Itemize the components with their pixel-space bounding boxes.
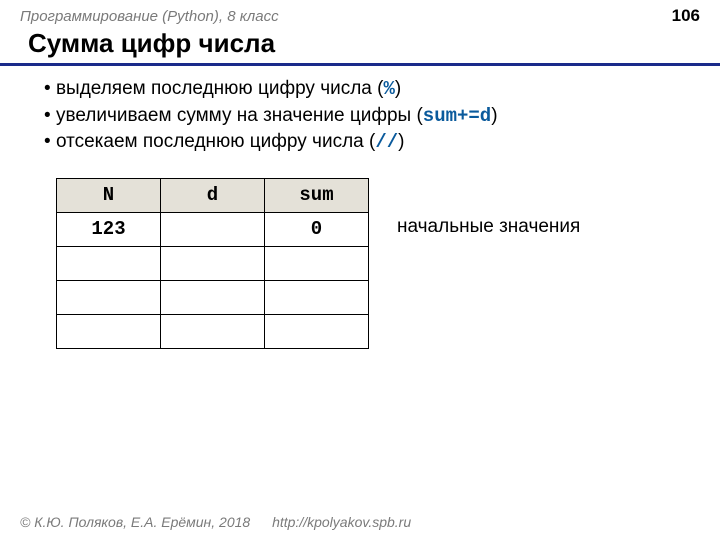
table-cell xyxy=(161,280,265,314)
bullet-tail: ) xyxy=(398,131,404,152)
table-header: N xyxy=(57,178,161,212)
table-cell xyxy=(161,314,265,348)
bullet-item: увеличиваем сумму на значение цифры (sum… xyxy=(44,103,700,130)
page-title: Сумма цифр числа xyxy=(0,28,720,66)
bullet-text: выделяем последнюю цифру числа ( xyxy=(56,78,384,99)
course-title: Программирование (Python), 8 класс xyxy=(20,8,279,25)
table-cell xyxy=(57,280,161,314)
copyright: © К.Ю. Поляков, Е.А. Ерёмин, 2018 xyxy=(20,514,250,530)
table-row xyxy=(57,280,369,314)
bullet-item: выделяем последнюю цифру числа (%) xyxy=(44,76,700,103)
header-bar: Программирование (Python), 8 класс 106 xyxy=(0,0,720,28)
table-row: 123 0 xyxy=(57,212,369,246)
table-header: sum xyxy=(265,178,369,212)
table-row xyxy=(57,246,369,280)
bullet-code: % xyxy=(383,78,394,100)
page-number: 106 xyxy=(672,6,700,26)
table-cell xyxy=(57,246,161,280)
bullet-code: // xyxy=(375,131,398,153)
bullet-item: отсекаем последнюю цифру числа (//) xyxy=(44,129,700,156)
bullet-list: выделяем последнюю цифру числа (%) увели… xyxy=(0,76,720,156)
table-cell xyxy=(265,280,369,314)
bullet-tail: ) xyxy=(491,105,497,126)
table-cell xyxy=(265,314,369,348)
table-cell: 123 xyxy=(57,212,161,246)
table-header-row: N d sum xyxy=(57,178,369,212)
footer-url: http://kpolyakov.spb.ru xyxy=(272,514,411,530)
bullet-tail: ) xyxy=(395,78,401,99)
table-section: N d sum 123 0 начальные значения xyxy=(0,156,720,349)
table-row xyxy=(57,314,369,348)
table-cell xyxy=(161,212,265,246)
footer: © К.Ю. Поляков, Е.А. Ерёмин, 2018 http:/… xyxy=(20,514,411,530)
bullet-text: увеличиваем сумму на значение цифры ( xyxy=(56,105,423,126)
table-caption: начальные значения xyxy=(397,178,580,238)
bullet-code: sum+=d xyxy=(423,105,491,127)
table-cell xyxy=(161,246,265,280)
table-cell xyxy=(57,314,161,348)
bullet-text: отсекаем последнюю цифру числа ( xyxy=(56,131,375,152)
table-header: d xyxy=(161,178,265,212)
table-cell: 0 xyxy=(265,212,369,246)
trace-table: N d sum 123 0 xyxy=(56,178,369,349)
table-cell xyxy=(265,246,369,280)
